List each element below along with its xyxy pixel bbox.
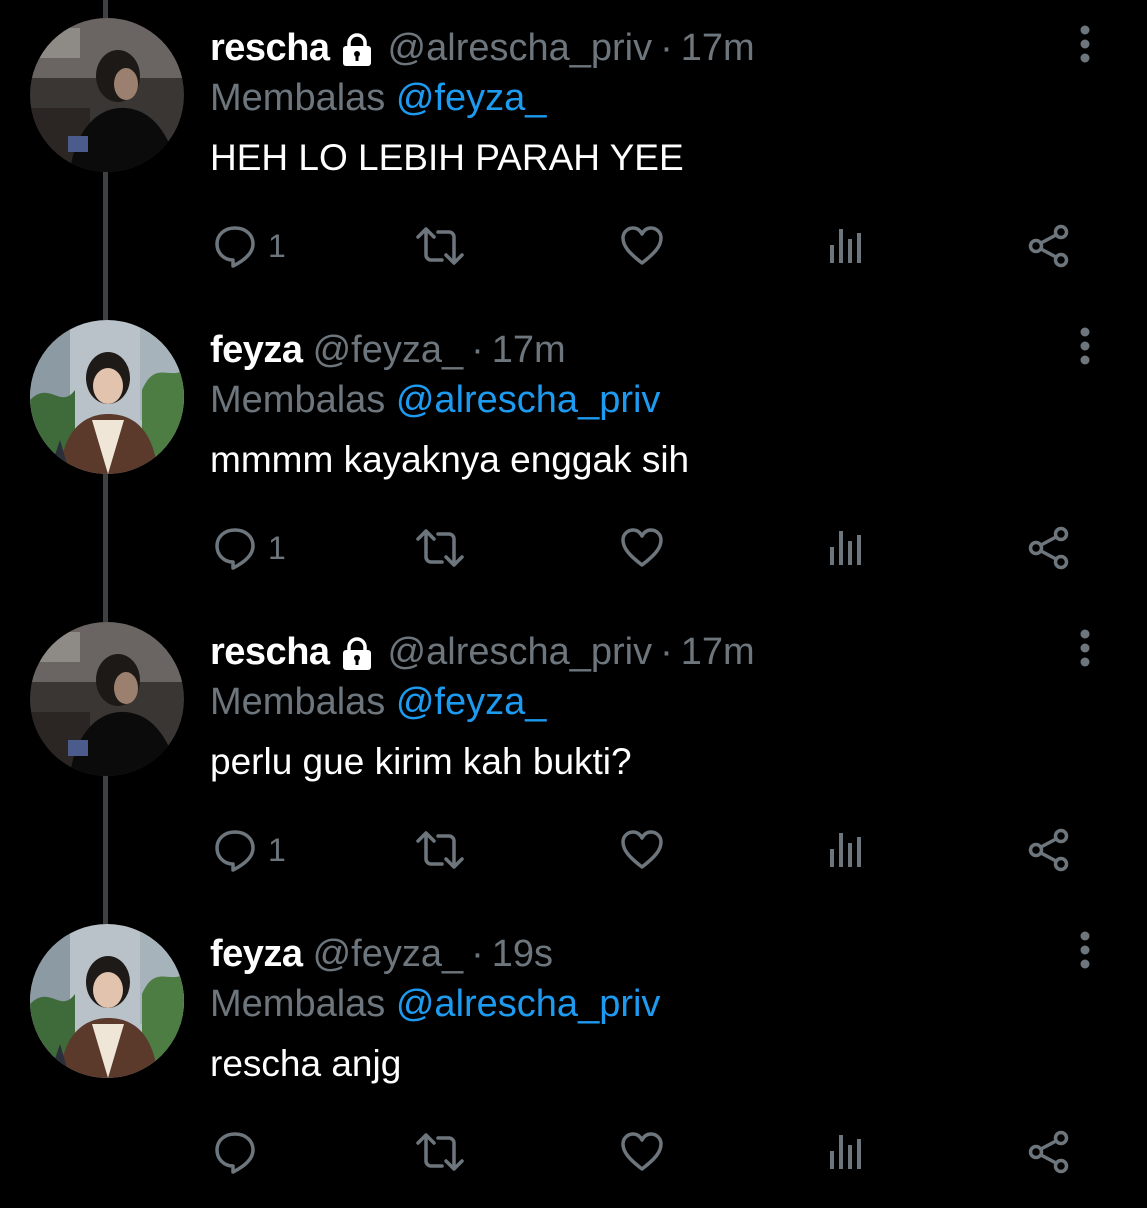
heart-icon (619, 525, 665, 571)
share-button[interactable] (1026, 822, 1072, 878)
like-button[interactable] (619, 1124, 665, 1180)
avatar[interactable] (30, 924, 184, 1078)
tweet-header: feyza @feyza_ · 19s (210, 930, 553, 978)
user-handle[interactable]: @alrescha_priv (388, 24, 653, 72)
replying-to: Membalas @alrescha_priv (210, 376, 660, 424)
vertical-dots-icon[interactable] (1068, 626, 1102, 670)
mention-link[interactable]: @alrescha_priv (396, 379, 661, 421)
user-handle[interactable]: @feyza_ (313, 326, 464, 374)
separator-dot: · (660, 27, 673, 69)
reply-count: 1 (268, 530, 286, 566)
retweet-button[interactable] (414, 218, 466, 274)
vertical-dots-icon[interactable] (1068, 324, 1102, 368)
avatar[interactable] (30, 18, 184, 172)
bar-chart-icon (826, 1129, 866, 1175)
like-button[interactable] (619, 520, 665, 576)
tweet-actions: 1 (0, 218, 1147, 274)
share-icon (1026, 1129, 1072, 1175)
speech-bubble-icon (212, 1129, 258, 1175)
tweet-header: rescha @alrescha_priv · 17m (210, 24, 755, 72)
tweet-text: rescha anjg (210, 1043, 402, 1084)
share-icon (1026, 525, 1072, 571)
reply-button[interactable]: 1 (212, 520, 286, 576)
share-icon (1026, 827, 1072, 873)
reply-count: 1 (268, 832, 286, 868)
share-button[interactable] (1026, 1124, 1072, 1180)
share-icon (1026, 223, 1072, 269)
tweet[interactable]: rescha @alrescha_priv · 17m Membalas @fe… (0, 604, 1147, 906)
timestamp[interactable]: 17m (492, 326, 566, 374)
heart-icon (619, 827, 665, 873)
user-handle[interactable]: @feyza_ (313, 930, 464, 978)
mention-link[interactable]: @alrescha_priv (396, 983, 661, 1025)
vertical-dots-icon[interactable] (1068, 928, 1102, 972)
mention-link[interactable]: @feyza_ (396, 681, 547, 723)
tweet-header: rescha @alrescha_priv · 17m (210, 628, 755, 676)
tweet-actions: 1 (0, 822, 1147, 878)
display-name[interactable]: feyza (210, 930, 303, 978)
separator-dot: · (471, 933, 484, 975)
display-name[interactable]: feyza (210, 326, 303, 374)
like-button[interactable] (619, 218, 665, 274)
speech-bubble-icon (212, 525, 258, 571)
bar-chart-icon (826, 223, 866, 269)
share-button[interactable] (1026, 218, 1072, 274)
lock-icon (340, 635, 374, 670)
mention-link[interactable]: @feyza_ (396, 77, 547, 119)
retweet-icon (414, 525, 466, 571)
analytics-button[interactable] (826, 218, 866, 274)
tweet-header: feyza @feyza_ · 17m (210, 326, 566, 374)
lock-icon (340, 31, 374, 66)
replying-to: Membalas @feyza_ (210, 74, 546, 122)
tweet-text: mmmm kayaknya enggak sih (210, 439, 690, 480)
user-handle[interactable]: @alrescha_priv (388, 628, 653, 676)
reply-button[interactable] (212, 1124, 268, 1180)
reply-button[interactable]: 1 (212, 822, 286, 878)
analytics-button[interactable] (826, 520, 866, 576)
replying-to-label: Membalas (210, 681, 386, 723)
replying-to: Membalas @feyza_ (210, 678, 546, 726)
bar-chart-icon (826, 525, 866, 571)
tweet-actions: 1 (0, 520, 1147, 576)
replying-to-label: Membalas (210, 379, 386, 421)
reply-count: 1 (268, 228, 286, 264)
display-name[interactable]: rescha (210, 628, 330, 676)
tweet[interactable]: rescha @alrescha_priv · 17m Membalas @fe… (0, 0, 1147, 302)
tweet-text: HEH LO LEBIH PARAH YEE (210, 137, 684, 178)
retweet-button[interactable] (414, 520, 466, 576)
bar-chart-icon (826, 827, 866, 873)
analytics-button[interactable] (826, 1124, 866, 1180)
retweet-button[interactable] (414, 822, 466, 878)
speech-bubble-icon (212, 827, 258, 873)
replying-to-label: Membalas (210, 77, 386, 119)
heart-icon (619, 223, 665, 269)
tweet-actions (0, 1124, 1147, 1180)
tweet[interactable]: feyza @feyza_ · 17m Membalas @alrescha_p… (0, 302, 1147, 604)
share-button[interactable] (1026, 520, 1072, 576)
timestamp[interactable]: 17m (681, 24, 755, 72)
avatar[interactable] (30, 622, 184, 776)
reply-button[interactable]: 1 (212, 218, 286, 274)
vertical-dots-icon[interactable] (1068, 22, 1102, 66)
tweet-text: perlu gue kirim kah bukti? (210, 741, 632, 782)
retweet-button[interactable] (414, 1124, 466, 1180)
timestamp[interactable]: 19s (492, 930, 553, 978)
like-button[interactable] (619, 822, 665, 878)
separator-dot: · (471, 329, 484, 371)
retweet-icon (414, 827, 466, 873)
replying-to-label: Membalas (210, 983, 386, 1025)
tweet[interactable]: feyza @feyza_ · 19s Membalas @alrescha_p… (0, 906, 1147, 1208)
avatar[interactable] (30, 320, 184, 474)
retweet-icon (414, 223, 466, 269)
display-name[interactable]: rescha (210, 24, 330, 72)
analytics-button[interactable] (826, 822, 866, 878)
speech-bubble-icon (212, 223, 258, 269)
retweet-icon (414, 1129, 466, 1175)
timestamp[interactable]: 17m (681, 628, 755, 676)
replying-to: Membalas @alrescha_priv (210, 980, 660, 1028)
heart-icon (619, 1129, 665, 1175)
separator-dot: · (660, 631, 673, 673)
